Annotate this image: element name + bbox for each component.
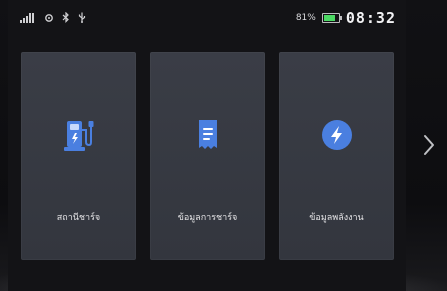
charging-station-icon [62, 118, 96, 152]
clock: 08:32 [345, 9, 396, 27]
bluetooth-icon [62, 12, 69, 23]
lightning-bolt-icon [320, 118, 354, 152]
cellular-signal-icon [20, 12, 34, 23]
card-label: สถานีชาร์จ [56, 213, 101, 223]
receipt-icon [191, 118, 225, 152]
phone-link-icon [45, 13, 53, 22]
battery-icon [321, 13, 342, 23]
status-bar: 81% 08:32 [8, 0, 406, 38]
card-energy-info[interactable]: ข้อมูลพลังงาน [279, 52, 394, 260]
chevron-right-icon[interactable] [421, 133, 437, 157]
card-charging-station[interactable]: สถานีชาร์จ [21, 52, 136, 260]
status-right: 81% 08:32 [296, 9, 396, 27]
status-icons [20, 12, 86, 23]
card-label: ข้อมูลพลังงาน [309, 213, 364, 223]
usb-icon [78, 12, 86, 23]
card-label: ข้อมูลการชาร์จ [177, 213, 238, 223]
card-charging-info[interactable]: ข้อมูลการชาร์จ [150, 52, 265, 260]
battery-percent: 81% [295, 13, 316, 23]
